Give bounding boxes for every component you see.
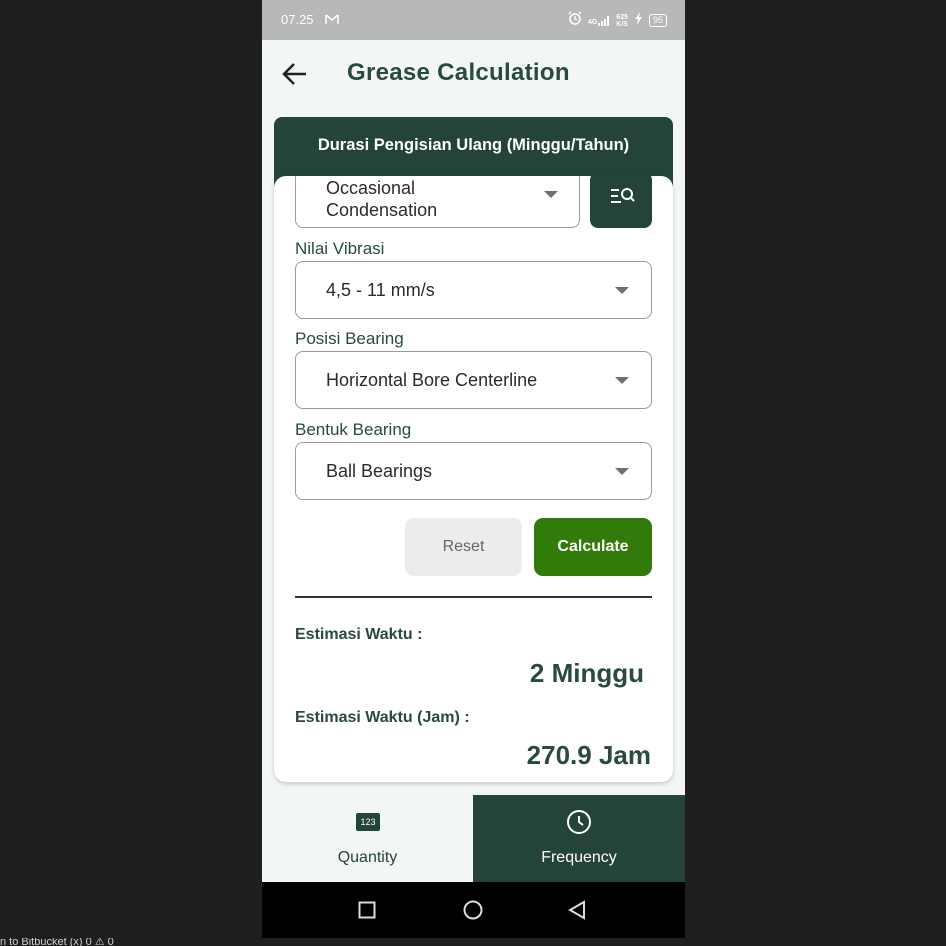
dropdown-value-line2: Condensation bbox=[326, 200, 438, 220]
tab-quantity[interactable]: 123 Quantity bbox=[262, 795, 473, 882]
vibration-value: 4,5 - 11 mm/s bbox=[326, 280, 435, 300]
bearing-position-value: Horizontal Bore Centerline bbox=[326, 370, 538, 390]
divider bbox=[295, 596, 652, 598]
status-icons: 4G 625 K/S 95 bbox=[568, 11, 667, 30]
chevron-down-icon bbox=[615, 287, 629, 294]
home-icon[interactable] bbox=[463, 900, 483, 920]
chevron-down-icon bbox=[615, 377, 629, 384]
bearing-position-label: Posisi Bearing bbox=[295, 329, 404, 348]
estimate-hours-label: Estimasi Waktu (Jam) : bbox=[295, 709, 470, 726]
bearing-position-dropdown[interactable]: Horizontal Bore Centerline bbox=[295, 351, 652, 409]
gmail-icon bbox=[325, 12, 339, 30]
reset-button[interactable]: Reset bbox=[405, 518, 522, 576]
estimate-weeks-label: Estimasi Waktu : bbox=[295, 626, 423, 643]
page-title: Grease Calculation bbox=[347, 59, 570, 86]
clock-icon bbox=[567, 810, 591, 834]
bearing-shape-dropdown[interactable]: Ball Bearings bbox=[295, 442, 652, 500]
bottom-navigation: 123 Quantity Frequency bbox=[262, 795, 685, 882]
bearing-shape-label: Bentuk Bearing bbox=[295, 420, 412, 439]
vibration-label: Nilai Vibrasi bbox=[295, 239, 385, 258]
condensation-dropdown[interactable]: Occasional Condensation bbox=[295, 176, 580, 228]
tab-quantity-label: Quantity bbox=[337, 849, 398, 866]
battery-icon: 95 bbox=[648, 14, 667, 27]
form-card: Occasional Condensation Nilai Vibrasi 4,… bbox=[274, 176, 673, 782]
android-navigation-bar bbox=[262, 882, 685, 938]
bearing-shape-value: Ball Bearings bbox=[326, 461, 433, 481]
dropdown-value-line1: Occasional bbox=[326, 178, 416, 198]
status-time: 07.25 bbox=[281, 12, 314, 27]
estimate-weeks-value: 2 Minggu bbox=[529, 658, 644, 688]
app-header: Grease Calculation bbox=[262, 40, 685, 110]
estimate-hours-value: 270.9 Jam bbox=[526, 740, 651, 770]
vibration-dropdown[interactable]: 4,5 - 11 mm/s bbox=[295, 261, 652, 319]
network-label: 4G bbox=[587, 18, 598, 26]
calculate-button[interactable]: Calculate bbox=[534, 518, 652, 576]
signal-icon: 4G bbox=[587, 15, 610, 26]
back-triangle-icon[interactable] bbox=[568, 900, 586, 920]
phone-screen: 07.25 4G 625 K/S 95 Grease Calculation D… bbox=[262, 0, 685, 938]
card-title: Durasi Pengisian Ulang (Minggu/Tahun) bbox=[317, 136, 630, 154]
chevron-down-icon bbox=[544, 191, 558, 198]
speed-value: 625 bbox=[616, 13, 628, 21]
number-123-icon: 123 bbox=[356, 813, 380, 831]
recents-icon[interactable] bbox=[358, 901, 376, 919]
list-search-icon bbox=[611, 188, 635, 203]
chevron-down-icon bbox=[615, 468, 629, 475]
arrow-left-icon bbox=[282, 63, 306, 85]
tab-frequency-label: Frequency bbox=[541, 849, 617, 866]
status-bar: 07.25 4G 625 K/S 95 bbox=[262, 0, 685, 40]
alarm-icon bbox=[568, 11, 582, 30]
desktop-status-strip: n to Bitbucket (x) 0 ⚠ 0 bbox=[0, 938, 114, 946]
tab-frequency[interactable]: Frequency bbox=[473, 795, 685, 882]
speed-indicator: 625 K/S bbox=[616, 14, 628, 28]
back-button[interactable] bbox=[280, 59, 310, 89]
search-button[interactable] bbox=[590, 176, 652, 228]
speed-unit: K/S bbox=[616, 20, 628, 28]
charging-icon bbox=[634, 11, 643, 30]
